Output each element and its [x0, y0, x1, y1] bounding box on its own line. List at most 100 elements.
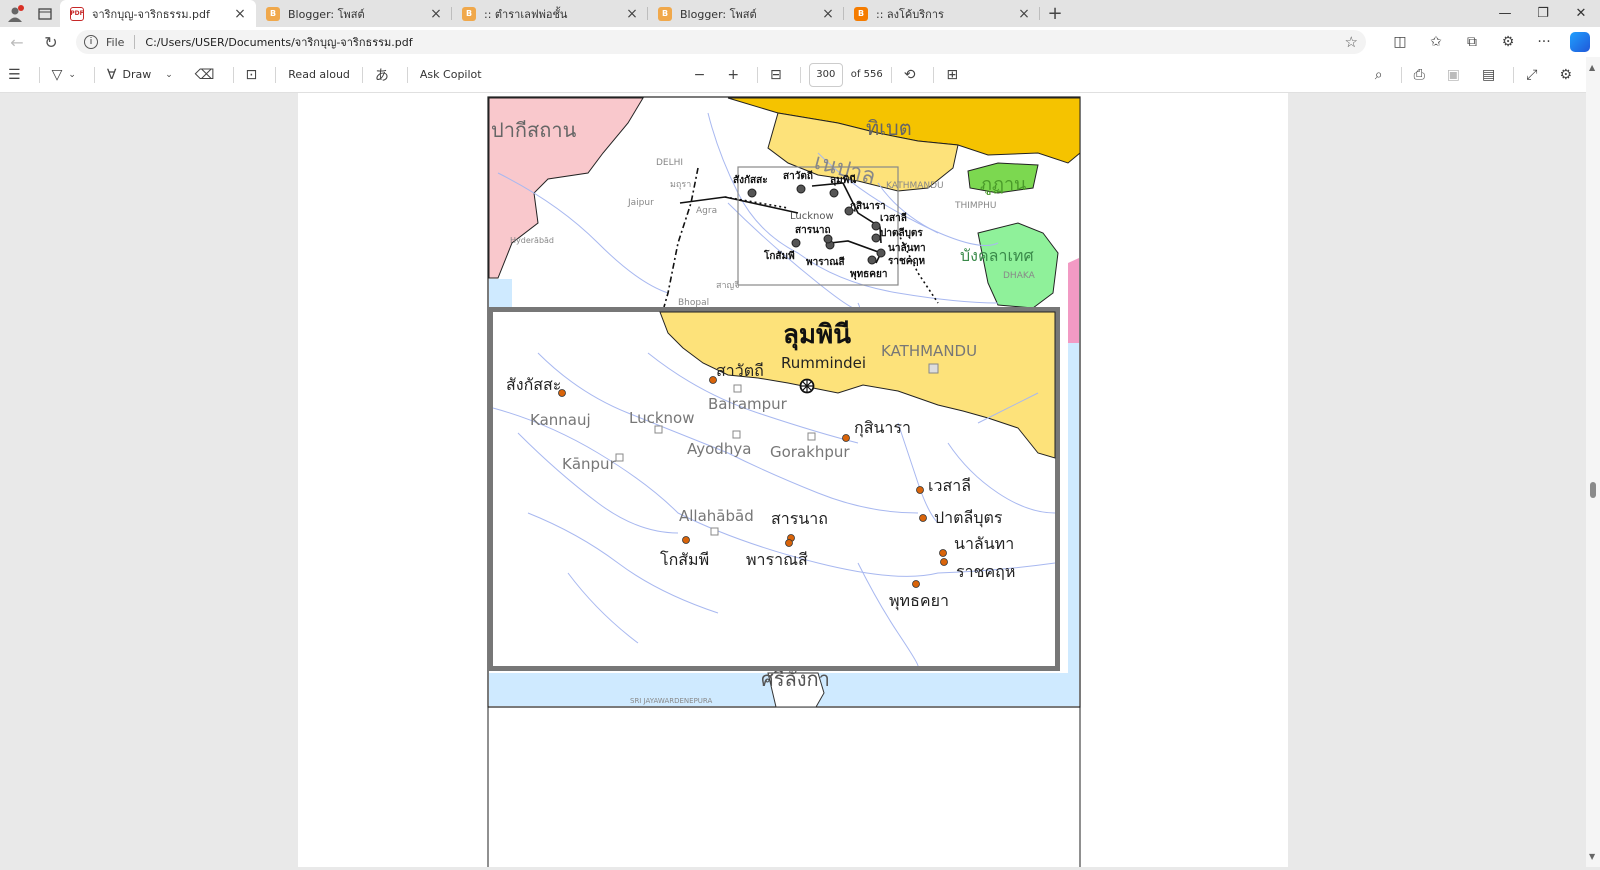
split-screen-button[interactable]: ◫	[1382, 27, 1418, 57]
translate-button[interactable]: あ	[367, 57, 403, 93]
tab-pdf[interactable]: PDF จาริกบุญ-จาริกธรรม.pdf ×	[60, 0, 256, 27]
svg-text:โกสัมพี: โกสัมพี	[660, 550, 709, 569]
svg-text:นาลันทา: นาลันทา	[888, 242, 926, 254]
search-button[interactable]: ⌕	[1367, 57, 1397, 93]
add-text-button[interactable]: ⊡	[238, 57, 272, 93]
zoom-out-button[interactable]: −	[686, 57, 720, 93]
close-tab-icon[interactable]: ×	[232, 6, 248, 22]
pdf-page: ปากีสถาน ทิเบต เนปาล ภูฏาน บังคลาเทศ ศรี…	[298, 93, 1288, 867]
tab-title: :: ลงโค้บริการ	[876, 7, 944, 21]
svg-text:กุสินารา: กุสินารา	[850, 200, 886, 212]
settings-button[interactable]: ⚙	[1551, 57, 1586, 93]
erase-button[interactable]: ⌫	[187, 57, 229, 93]
vertical-scrollbar[interactable]: ▲ ▼	[1586, 57, 1600, 867]
fit-page-button[interactable]: ⊟	[762, 57, 796, 93]
svg-text:Allahābād: Allahābād	[679, 507, 754, 525]
close-tab-icon[interactable]: ×	[624, 6, 640, 22]
svg-text:สังกัสสะ: สังกัสสะ	[506, 375, 561, 394]
fullscreen-button[interactable]: ⤢	[1518, 57, 1551, 93]
fit-icon: ⊟	[770, 66, 782, 83]
svg-text:KATHMANDU: KATHMANDU	[881, 342, 977, 360]
plus-icon: +	[1047, 3, 1063, 24]
bangladesh-label: บังคลาเทศ	[960, 246, 1034, 265]
pdf-icon: PDF	[70, 6, 84, 21]
page-view-button[interactable]: ⊞	[938, 57, 972, 93]
more-menu-button[interactable]: ···	[1526, 27, 1562, 57]
copilot-icon[interactable]	[1570, 32, 1590, 52]
info-icon[interactable]: i	[84, 35, 98, 49]
favorite-star-icon[interactable]: ☆	[1345, 33, 1358, 51]
new-tab-button[interactable]: +	[1040, 0, 1070, 27]
more-dots-icon: ···	[1537, 34, 1551, 50]
close-tab-icon[interactable]: ×	[428, 6, 444, 22]
extensions-button[interactable]: ⚙	[1490, 27, 1526, 57]
svg-text:DHAKA: DHAKA	[1003, 271, 1036, 281]
svg-text:Hyderābād: Hyderābād	[510, 236, 554, 245]
scroll-down-icon[interactable]: ▼	[1589, 852, 1595, 861]
scroll-thumb[interactable]	[1590, 482, 1596, 498]
draw-button[interactable]: ∀ Draw ⌄	[99, 57, 187, 93]
collections-button[interactable]: ⧉	[1454, 27, 1490, 57]
url-text[interactable]: C:/Users/USER/Documents/จาริกบุญ-จาริกธร…	[145, 33, 1344, 51]
svg-text:Gorakhpur: Gorakhpur	[770, 443, 850, 461]
split-screen-icon: ◫	[1393, 34, 1407, 50]
zoom-in-button[interactable]: +	[719, 57, 753, 93]
blogger-icon: B	[462, 6, 476, 21]
close-window-button[interactable]: ✕	[1562, 0, 1600, 27]
scroll-up-icon[interactable]: ▲	[1589, 63, 1595, 72]
svg-text:โกสัมพี: โกสัมพี	[763, 249, 795, 262]
highlight-button[interactable]: ▽ ⌄	[44, 57, 90, 93]
svg-text:สังกัสสะ: สังกัสสะ	[733, 174, 768, 186]
svg-text:ราชคฤห: ราชคฤห	[956, 562, 1015, 581]
chevron-down-icon: ⌄	[165, 69, 173, 80]
url-field[interactable]: i File C:/Users/USER/Documents/จาริกบุญ-…	[76, 30, 1366, 54]
svg-text:ราชคฤห: ราชคฤห	[888, 256, 926, 267]
tab-actions-button[interactable]	[30, 0, 60, 27]
refresh-icon: ↻	[44, 32, 58, 52]
profile-button[interactable]	[0, 0, 30, 27]
svg-text:มถุรา: มถุรา	[670, 180, 691, 190]
bhutan-label: ภูฏาน	[980, 174, 1026, 195]
restore-button[interactable]: ❐	[1524, 0, 1562, 27]
url-scheme: File	[106, 35, 125, 49]
search-icon: ⌕	[1374, 66, 1383, 83]
minus-icon: −	[693, 66, 706, 83]
minimize-button[interactable]: —	[1486, 0, 1524, 27]
save-as-icon: ▤	[1482, 66, 1496, 83]
read-aloud-button[interactable]: Read aloud	[280, 57, 358, 93]
rotate-button[interactable]: ⟲	[896, 57, 930, 93]
save-as-button[interactable]: ▤	[1474, 57, 1509, 93]
svg-text:พุทธคยา: พุทธคยา	[850, 269, 887, 280]
save-button[interactable]: ▣	[1439, 57, 1474, 93]
print-button[interactable]: ⎙	[1406, 57, 1439, 93]
close-tab-icon[interactable]: ×	[1016, 6, 1032, 22]
svg-text:Balrampur: Balrampur	[708, 395, 788, 413]
tab-title: Blogger: โพสต์	[288, 7, 365, 21]
ask-copilot-button[interactable]: Ask Copilot	[412, 57, 490, 93]
blogger-icon: B	[266, 6, 280, 21]
extensions-icon: ⚙	[1501, 34, 1515, 50]
inset-title: ลุมพินี	[783, 320, 851, 351]
rotate-icon: ⟲	[903, 66, 916, 83]
svg-text:ปาตลีบุตร: ปาตลีบุตร	[880, 227, 923, 239]
tab-blog-2[interactable]: B :: ตำราเลฟพ่อชั้น ×	[452, 0, 648, 27]
tab-blogger-posts-2[interactable]: B Blogger: โพสต์ ×	[648, 0, 844, 27]
svg-text:Agra: Agra	[696, 206, 717, 216]
tab-blog-3[interactable]: B :: ลงโค้บริการ ×	[844, 0, 1040, 27]
close-tab-icon[interactable]: ×	[820, 6, 836, 22]
back-button[interactable]: ←	[0, 27, 34, 57]
svg-text:สาวัตถี: สาวัตถี	[716, 361, 764, 380]
page-number-input[interactable]: 300	[808, 62, 843, 87]
back-arrow-icon: ←	[10, 32, 24, 52]
blogger-icon: B	[658, 6, 672, 21]
svg-text:สาวัตถี: สาวัตถี	[783, 170, 813, 182]
svg-text:Kannauj: Kannauj	[530, 411, 591, 429]
blogger-icon: B	[854, 6, 868, 21]
contents-button[interactable]: ☰	[0, 57, 35, 93]
refresh-button[interactable]: ↻	[34, 27, 68, 57]
tab-actions-icon	[38, 7, 52, 20]
svg-text:Ayodhya: Ayodhya	[687, 440, 751, 458]
tab-blogger-posts[interactable]: B Blogger: โพสต์ ×	[256, 0, 452, 27]
svg-text:เวสาลี: เวสาลี	[928, 476, 971, 495]
favorites-button[interactable]: ✩	[1418, 27, 1454, 57]
